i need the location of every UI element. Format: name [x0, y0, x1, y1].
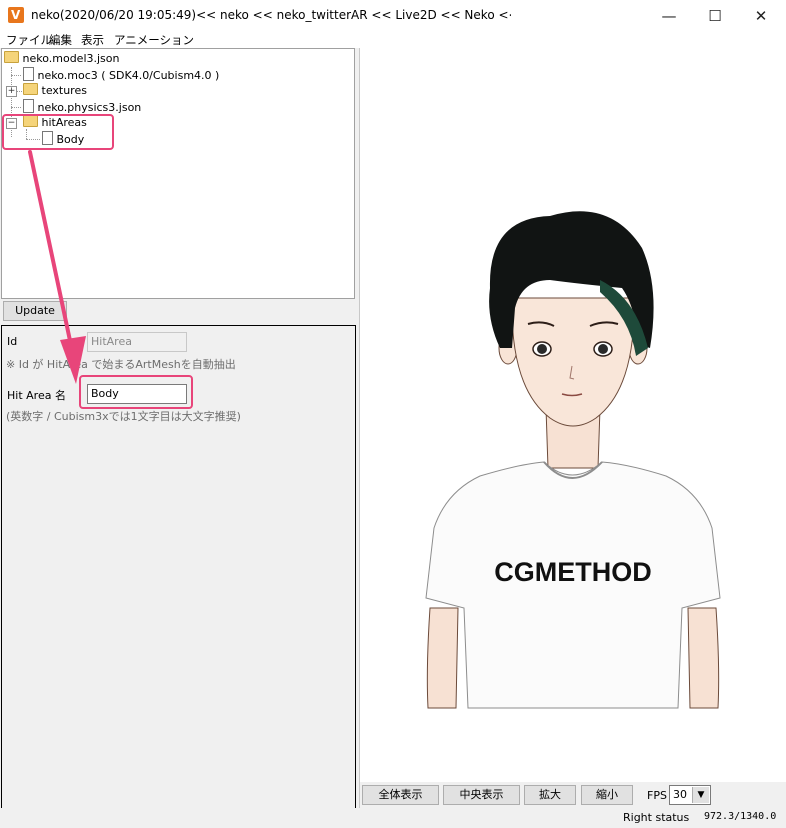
annotation-arrow [28, 150, 86, 384]
